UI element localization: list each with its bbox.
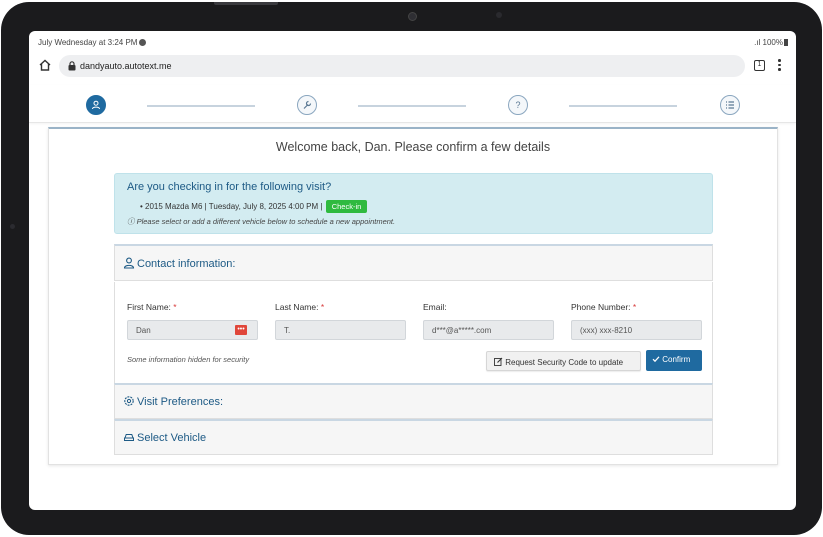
status-time: July Wednesday at 3:24 PM — [38, 38, 147, 47]
password-manager-icon[interactable]: ••• — [235, 325, 247, 335]
email-field[interactable]: d***@a*****.com — [423, 320, 554, 340]
progress-stepper: ? — [29, 85, 796, 123]
email-label-text: Email: — [423, 302, 447, 312]
last-name-label: Last Name: * — [275, 302, 324, 312]
address-bar[interactable]: dandyauto.autotext.me — [59, 55, 745, 77]
first-name-label: First Name: * — [127, 302, 177, 312]
lock-icon — [68, 61, 76, 71]
confirm-button[interactable]: Confirm — [646, 350, 702, 371]
last-name-value: T. — [284, 326, 291, 335]
confirm-label: Confirm — [662, 355, 691, 364]
select-vehicle-text: Select Vehicle — [137, 432, 207, 444]
step-connector — [147, 105, 255, 107]
notification-icon — [139, 39, 147, 46]
browser-toolbar: dandyauto.autotext.me 1 — [29, 53, 796, 81]
contact-section-title: Contact information: — [123, 257, 235, 270]
select-vehicle-section[interactable]: Select Vehicle — [114, 419, 713, 455]
url-text: dandyauto.autotext.me — [80, 61, 172, 71]
alert-title: Are you checking in for the following vi… — [127, 181, 332, 193]
step-question-icon[interactable]: ? — [508, 95, 528, 115]
power-button — [214, 2, 278, 5]
checkin-card: Welcome back, Dan. Please confirm a few … — [48, 127, 778, 465]
visit-preferences-title: Visit Preferences: — [123, 395, 223, 408]
step-summary-list-icon[interactable] — [720, 95, 740, 115]
required-marker: * — [320, 302, 325, 312]
first-name-field[interactable]: Dan ••• — [127, 320, 258, 340]
last-name-label-text: Last Name: — [275, 302, 319, 312]
user-icon — [123, 257, 135, 269]
visit-alert: Are you checking in for the following vi… — [114, 173, 713, 234]
visit-preferences-text: Visit Preferences: — [137, 396, 224, 408]
request-code-label: Request Security Code to update — [505, 358, 624, 367]
battery-icon — [784, 39, 788, 46]
status-right: .ıl 100% — [754, 38, 788, 47]
contact-form: First Name: * Dan ••• Last Name: * T. Em… — [114, 282, 713, 385]
phone-label-text: Phone Number: — [571, 302, 631, 312]
step-contact-icon[interactable] — [86, 95, 106, 115]
page-title: Welcome back, Dan. Please confirm a few … — [275, 140, 551, 154]
car-icon — [124, 434, 134, 441]
battery-level: 100% — [762, 38, 783, 47]
tab-count: 1 — [757, 61, 762, 68]
tablet-frame: July Wednesday at 3:24 PM .ıl 100% dandy… — [1, 2, 822, 535]
step-connector — [569, 105, 677, 107]
gear-icon — [124, 396, 134, 406]
visit-item: • 2015 Mazda M6 | Tuesday, July 8, 2025 … — [140, 200, 368, 213]
check-icon — [652, 356, 660, 363]
required-marker: * — [632, 302, 637, 312]
visit-preferences-section[interactable]: Visit Preferences: — [114, 383, 713, 419]
light-sensor — [496, 12, 502, 18]
status-bar: July Wednesday at 3:24 PM .ıl 100% — [29, 31, 796, 51]
signal-icon: .ıl — [754, 38, 761, 47]
phone-value: (xxx) xxx-8210 — [580, 326, 633, 335]
phone-field[interactable]: (xxx) xxx-8210 — [571, 320, 702, 340]
contact-title-text: Contact information: — [137, 258, 236, 270]
home-icon[interactable] — [38, 58, 52, 72]
alert-note-text: Please select or add a different vehicle… — [136, 217, 396, 226]
tabs-icon[interactable]: 1 — [754, 60, 765, 71]
step-service-wrench-icon[interactable] — [297, 95, 317, 115]
last-name-field[interactable]: T. — [275, 320, 406, 340]
request-security-code-button[interactable]: Request Security Code to update — [486, 351, 641, 371]
first-name-label-text: First Name: — [127, 302, 171, 312]
screen: July Wednesday at 3:24 PM .ıl 100% dandy… — [29, 31, 796, 510]
contact-section-header[interactable]: Contact information: — [114, 244, 713, 281]
status-time-text: July Wednesday at 3:24 PM — [38, 38, 138, 47]
alert-note: ⓘ Please select or add a different vehic… — [127, 216, 395, 227]
email-label: Email: — [423, 302, 447, 312]
security-note: Some information hidden for security — [127, 355, 250, 364]
step-connector — [358, 105, 466, 107]
first-name-value: Dan — [136, 326, 151, 335]
phone-label: Phone Number: * — [571, 302, 636, 312]
more-menu-icon[interactable] — [778, 59, 782, 72]
info-icon: ⓘ — [127, 217, 137, 226]
side-sensor — [10, 224, 15, 229]
edit-icon — [494, 357, 503, 366]
select-vehicle-title: Select Vehicle — [123, 431, 206, 444]
visit-details: 2015 Mazda M6 | Tuesday, July 8, 2025 4:… — [145, 202, 323, 211]
checkin-button[interactable]: Check-in — [325, 200, 368, 213]
front-camera — [408, 12, 417, 21]
email-value: d***@a*****.com — [432, 326, 492, 335]
required-marker: * — [173, 302, 177, 312]
